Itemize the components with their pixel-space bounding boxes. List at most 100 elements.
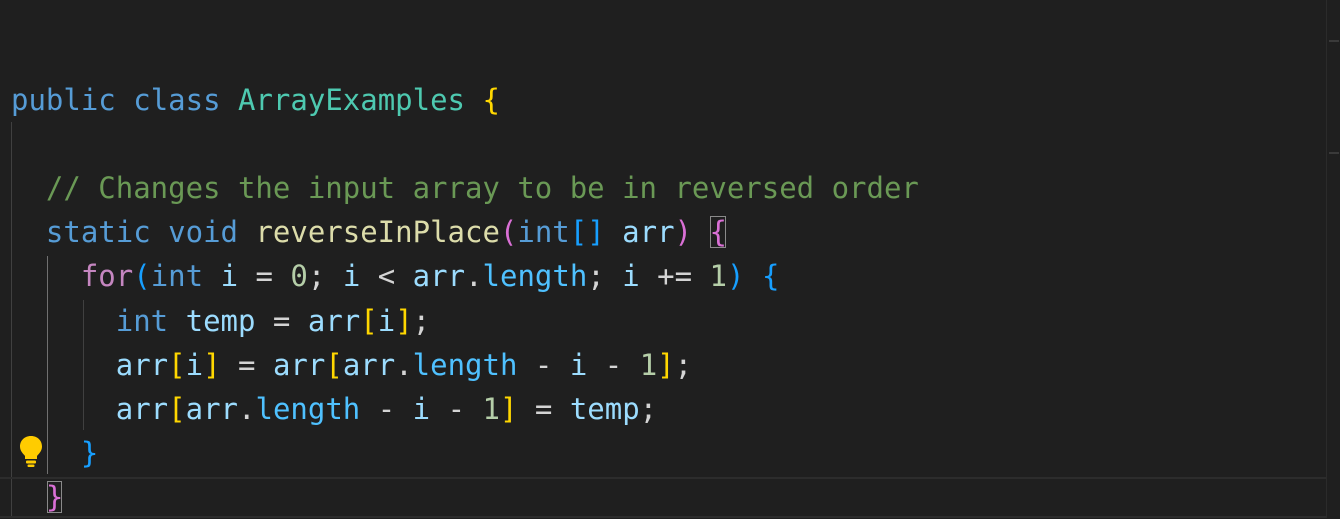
code-token: 0 [290,259,308,293]
code-line-8[interactable]: arr[arr.length - i - 1] = temp; [11,387,657,431]
code-token: { [709,215,727,249]
code-token: . [395,348,413,382]
code-token: reverseInPlace [255,215,500,249]
code-token: += [639,259,710,293]
code-token: = [517,392,570,426]
code-token: arr [342,348,396,382]
code-token: arr [412,259,466,293]
code-token: [ [168,392,186,426]
code-line-1[interactable]: public class ArrayExamples { [11,78,500,122]
code-token: ) [727,259,745,293]
code-token: - [517,348,570,382]
code-token: [] [569,215,605,249]
code-token: 1 [639,348,658,382]
code-token: ; [307,259,343,293]
lightbulb-icon[interactable] [18,434,44,468]
code-line-4[interactable]: static void reverseInPlace(int[] arr) { [11,210,727,254]
code-token: i [185,348,204,382]
vertical-scrollbar[interactable] [1326,0,1340,518]
code-token: arr [307,304,361,338]
code-token: ; [412,304,431,338]
code-token: arr [185,392,239,426]
code-token: class [133,83,221,117]
code-token: < [360,259,413,293]
code-line-7[interactable]: arr[i] = arr[arr.length - i - 1]; [11,343,692,387]
code-token: = [220,348,273,382]
code-token: static [45,215,151,249]
code-token: ( [499,215,518,249]
code-line-3[interactable]: // Changes the input array to be in reve… [11,166,919,210]
code-token: int [115,304,169,338]
scrollbar-marker [1329,40,1339,42]
code-editor[interactable]: public class ArrayExamples { // Changes … [0,0,1340,518]
code-token: length [482,259,588,293]
code-token: ] [499,392,518,426]
code-token: ] [657,348,675,382]
code-token: ; [674,348,693,382]
code-token: . [238,392,256,426]
code-token: { [482,83,500,117]
code-token: arr [622,215,675,249]
code-token: i [569,348,588,382]
code-token: ; [587,259,623,293]
code-token: i [412,392,431,426]
code-line-10[interactable]: } [11,475,63,519]
code-token: arr [115,392,169,426]
code-token: // Changes the input array to be in reve… [45,171,919,205]
code-token: void [168,215,238,249]
code-token: [ [168,348,186,382]
code-token: 1 [709,259,727,293]
code-token: - [587,348,640,382]
code-token: temp [185,304,256,338]
code-token: arr [272,348,326,382]
code-token: i [342,259,361,293]
code-token: - [360,392,413,426]
code-token: length [255,392,361,426]
code-line-6[interactable]: int temp = arr[i]; [11,299,430,343]
code-token: public [11,83,116,117]
code-token: int [150,259,204,293]
code-token: ] [395,304,413,338]
scrollbar-marker [1329,152,1339,154]
code-token: } [80,436,99,470]
code-token: int [517,215,570,249]
code-token: temp [569,392,640,426]
code-token: ArrayExamples [238,83,465,117]
code-line-5[interactable]: for(int i = 0; i < arr.length; i += 1) { [11,254,780,298]
code-token: { [761,259,780,293]
code-token: for [80,259,134,293]
code-token: [ [325,348,343,382]
code-token: length [412,348,518,382]
code-token: i [220,259,239,293]
code-token: arr [115,348,169,382]
code-token: i [377,304,396,338]
code-token: ) [674,215,693,249]
code-token: ] [203,348,221,382]
code-token: i [622,259,640,293]
code-token: = [255,304,308,338]
code-token: - [430,392,483,426]
code-token: = [238,259,291,293]
code-token: 1 [482,392,500,426]
code-token: . [465,259,483,293]
code-token: [ [360,304,378,338]
code-token: } [45,480,64,514]
code-token: ( [133,259,151,293]
